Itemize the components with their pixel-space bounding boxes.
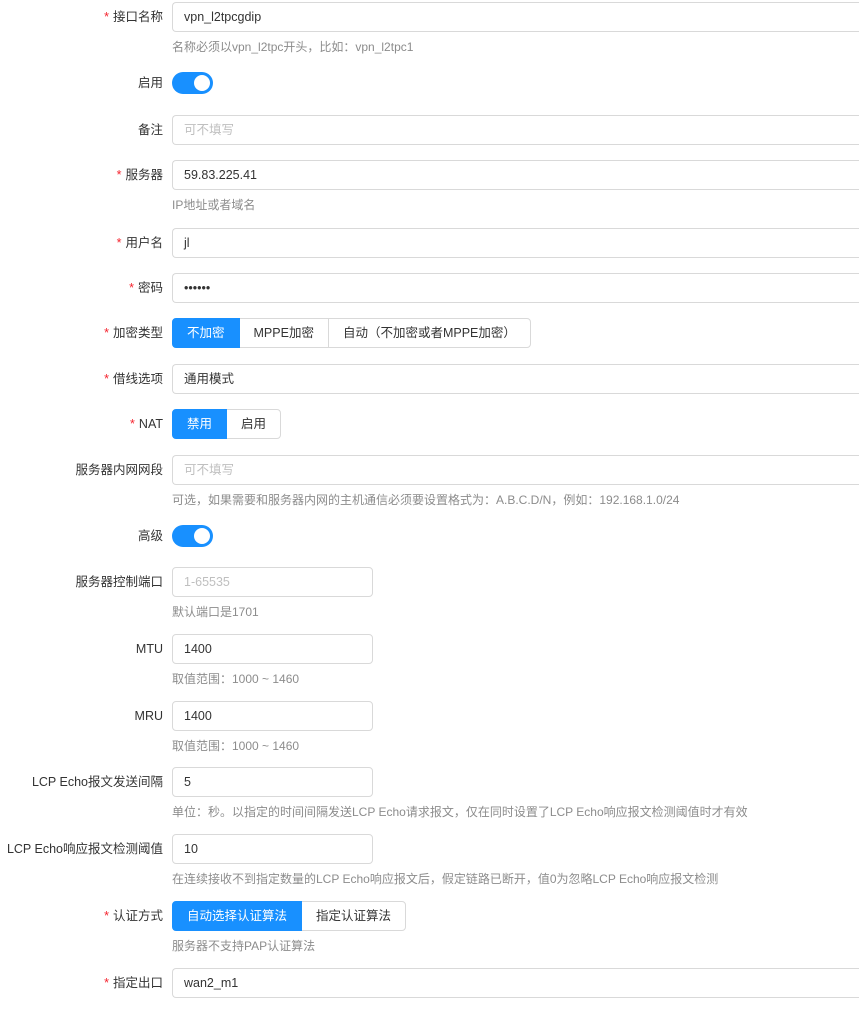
interface-name-help: 名称必须以vpn_l2tpc开头，比如：vpn_l2tpc1 (172, 40, 414, 54)
toggle-knob (194, 75, 210, 91)
server-help: IP地址或者域名 (172, 198, 256, 212)
auth-label: * 认证方式 (104, 909, 163, 923)
remark-label: 备注 (137, 123, 163, 137)
required-mark: * (104, 326, 109, 340)
nat-radio-group: 禁用 启用 (172, 409, 282, 439)
lcp-interval-help: 单位：秒。以指定的时间间隔发送LCP Echo请求报文，仅在同时设置了LCP E… (172, 805, 748, 819)
required-mark: * (104, 372, 109, 386)
advanced-toggle[interactable] (172, 525, 213, 547)
lcp-threshold-help: 在连续接收不到指定数量的LCP Echo响应报文后，假定链路已断开，值0为忽略L… (172, 872, 719, 886)
lcp-threshold-input[interactable]: 10 (172, 834, 373, 864)
mru-input[interactable]: 1400 (172, 701, 373, 731)
required-mark: * (116, 168, 122, 182)
server-label: * 服务器 (116, 168, 163, 182)
interface-name-label: * 接口名称 (104, 10, 163, 24)
encryption-label: * 加密类型 (104, 326, 163, 340)
lcp-threshold-label: LCP Echo响应报文检测阈值 (6, 842, 163, 856)
username-input[interactable]: jl (172, 228, 859, 258)
mtu-label: MTU (135, 642, 163, 656)
enable-label: 启用 (137, 76, 163, 90)
nat-option-disable[interactable]: 禁用 (172, 409, 228, 439)
required-mark: * (104, 976, 109, 990)
advanced-label: 高级 (137, 529, 163, 543)
password-input[interactable]: •••••• (172, 273, 859, 303)
nat-option-enable[interactable]: 启用 (226, 409, 282, 439)
mru-help: 取值范围：1000 ~ 1460 (172, 739, 300, 753)
required-mark: * (116, 236, 122, 250)
egress-label: * 指定出口 (104, 976, 163, 990)
toggle-knob (194, 528, 210, 544)
auth-option-specify[interactable]: 指定认证算法 (301, 901, 407, 931)
lcp-interval-input[interactable]: 5 (172, 767, 373, 797)
encryption-option-auto[interactable]: 自动（不加密或者MPPE加密） (327, 318, 531, 348)
auth-radio-group: 自动选择认证算法 指定认证算法 (172, 901, 407, 931)
auth-option-auto[interactable]: 自动选择认证算法 (172, 901, 303, 931)
interface-name-input[interactable]: vpn_l2tpcgdip (172, 2, 859, 32)
required-mark: * (104, 10, 109, 24)
egress-select[interactable]: wan2_m1 (172, 968, 859, 998)
line-option-label: * 借线选项 (104, 372, 163, 386)
server-subnet-label: 服务器内网网段 (75, 463, 163, 477)
mtu-help: 取值范围：1000 ~ 1460 (172, 672, 300, 686)
server-subnet-help: 可选，如果需要和服务器内网的主机通信必须要设置格式为：A.B.C.D/N，例如：… (172, 493, 680, 507)
enable-toggle[interactable] (172, 72, 213, 94)
auth-help: 服务器不支持PAP认证算法 (172, 939, 316, 953)
encryption-option-none[interactable]: 不加密 (172, 318, 240, 348)
control-port-input[interactable]: 1-65535 (172, 567, 373, 597)
mtu-input[interactable]: 1400 (172, 634, 373, 664)
server-subnet-input[interactable]: 可不填写 (172, 455, 859, 485)
control-port-label: 服务器控制端口 (75, 575, 163, 589)
encryption-radio-group: 不加密 MPPE加密 自动（不加密或者MPPE加密） (172, 318, 531, 348)
mru-label: MRU (134, 709, 163, 723)
username-label: * 用户名 (116, 236, 163, 250)
line-option-select[interactable]: 通用模式 (172, 364, 859, 394)
server-input[interactable]: 59.83.225.41 (172, 160, 859, 190)
control-port-help: 默认端口是1701 (172, 605, 259, 619)
encryption-option-mppe[interactable]: MPPE加密 (238, 318, 329, 348)
lcp-interval-label: LCP Echo报文发送间隔 (31, 775, 163, 789)
nat-label: * NAT (130, 417, 163, 431)
required-mark: * (130, 417, 135, 431)
remark-input[interactable]: 可不填写 (172, 115, 859, 145)
required-mark: * (129, 281, 134, 295)
password-label: * 密码 (129, 281, 163, 295)
required-mark: * (104, 909, 109, 923)
